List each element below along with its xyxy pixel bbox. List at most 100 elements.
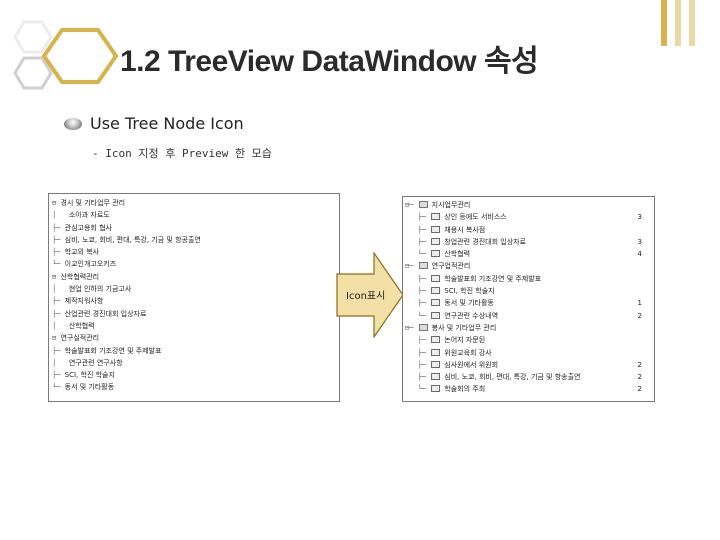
document-icon xyxy=(431,360,441,368)
tree-node[interactable]: ⊟─ 봉사 및 기타업무 관리 xyxy=(405,322,654,334)
document-icon xyxy=(431,311,441,319)
arrow-callout: Icon표시 xyxy=(336,251,404,339)
tree-node[interactable]: └─ 산학협력 4 xyxy=(405,248,654,260)
tree-node[interactable]: ├─ 심비, 노쿄, 회비, 편대, 특강, 기금 및 항송출연 2 xyxy=(405,371,654,383)
tree-node-label: 제작지워사항 xyxy=(64,297,104,306)
tree-guide-line: │ xyxy=(52,285,69,294)
tree-list: ⊟─ 지시업무관리 ├─ 상인 등에도 서비스스 3 ├─ 채용시 복사점 ├─ … xyxy=(403,197,654,396)
tree-node[interactable]: ├─ 심사원에서 위원회 2 xyxy=(405,359,654,371)
tree-node[interactable]: ├─ 관심고용회 협사 xyxy=(52,222,339,234)
tree-node-label: 산업관련 경진대회 입상자료 xyxy=(64,309,147,318)
tree-node[interactable]: ⊟ 연구실적관리 xyxy=(52,332,339,344)
gold-bar-decoration xyxy=(675,0,681,46)
tree-node-label: 심비, 노쿄, 회비, 편대, 특강, 기금 및 항공출연 xyxy=(64,235,201,244)
tree-guide-line: ├─ xyxy=(52,297,65,306)
tree-guide-line: ├─ xyxy=(52,235,65,244)
tree-node-label: 연구관련 수상내역 xyxy=(444,311,499,320)
document-icon xyxy=(431,213,441,221)
tree-node[interactable]: ├─ 채용시 복사점 xyxy=(405,224,654,236)
tree-node[interactable]: │ 현업 인하의 기금고사 xyxy=(52,283,339,295)
tree-node-label: 학교외 복사 xyxy=(64,248,100,257)
tree-guide-line: ├─ xyxy=(405,237,431,246)
tree-node-label: 연구업적관리 xyxy=(431,262,471,271)
tree-node[interactable]: ├─ 논어지 자문된 xyxy=(405,334,654,346)
tree-node-label: 산학협력관리 xyxy=(60,272,100,281)
tree-node[interactable]: ⊟─ 지시업무관리 xyxy=(405,199,654,211)
tree-node[interactable]: ├─ SCI, 학진 학술지 xyxy=(52,369,339,381)
tree-node-label: 학술회의 주최 xyxy=(444,385,486,394)
tree-node-label: 산학협력 xyxy=(68,321,95,330)
tree-node[interactable]: ├─ 학교외 복사 xyxy=(52,246,339,258)
tree-node-label: 봉사 및 기타업무 관리 xyxy=(431,323,497,332)
tree-guide-line: ├─ xyxy=(52,371,65,380)
tree-node[interactable]: ├─ 동서 및 기타활동 1 xyxy=(405,297,654,309)
tree-node[interactable]: └─ 학술회의 주최 2 xyxy=(405,383,654,395)
tree-node-label: 심비, 노쿄, 회비, 편대, 특강, 기금 및 항송출연 xyxy=(444,373,581,382)
tree-guide-line: ⊟─ xyxy=(405,323,418,332)
tree-node-label: 연구실적관리 xyxy=(60,334,100,343)
tree-node[interactable]: ├─ 학술발표회 기조강연 및 주제발표 xyxy=(405,273,654,285)
document-icon xyxy=(431,237,441,245)
tree-node-label: 창업관련 경진대회 입상자료 xyxy=(444,237,527,246)
tree-node[interactable]: └─ 동서 및 기타활동 xyxy=(52,381,339,393)
tree-node[interactable]: │ 연구관련 연구사항 xyxy=(52,357,339,369)
tree-node[interactable]: ├─ 학술발표회 기조강연 및 주제발표 xyxy=(52,345,339,357)
document-icon xyxy=(431,287,441,295)
tree-guide-line: ├─ xyxy=(52,346,65,355)
tree-node-label: SCI, 학진 학술지 xyxy=(64,371,115,380)
tree-node[interactable]: └─ 이교인개고오키즈 xyxy=(52,258,339,270)
document-icon xyxy=(431,225,441,233)
tree-guide-line: └─ xyxy=(52,260,65,269)
tree-node[interactable]: └─ 연구관련 수상내역 2 xyxy=(405,310,654,322)
tree-guide-line: │ xyxy=(52,358,69,367)
tree-node-label: 현업 인하의 기금고사 xyxy=(68,285,132,294)
tree-node-label: 위원교육회 강사 xyxy=(444,348,492,357)
tree-node[interactable]: ⊟ 경시 및 기타업무 관리 xyxy=(52,197,339,209)
tree-node[interactable]: ├─ 산업관련 경진대회 입상자료 xyxy=(52,308,339,320)
tree-guide-line: ⊟ xyxy=(52,199,61,207)
bullet-item: Use Tree Node Icon xyxy=(64,114,244,133)
tree-node-label: 산학협력 xyxy=(444,250,471,259)
tree-guide-line: ⊟ xyxy=(52,272,61,281)
tree-node-count: 2 xyxy=(637,385,642,394)
tree-node[interactable]: ├─ 위원교육회 강사 xyxy=(405,347,654,359)
treeview-with-icons: ⊟─ 지시업무관리 ├─ 상인 등에도 서비스스 3 ├─ 채용시 복사점 ├─ … xyxy=(402,196,655,402)
tree-guide-line: ⊟─ xyxy=(405,201,418,209)
tree-node-label: 논어지 자문된 xyxy=(444,336,486,345)
tree-guide-line: ⊟─ xyxy=(405,262,418,271)
tree-guide-line: ⊟ xyxy=(52,334,61,343)
tree-guide-line: │ xyxy=(52,211,69,220)
tree-guide-line: └─ xyxy=(405,311,431,320)
tree-node[interactable]: │ 소아과 자료도 xyxy=(52,209,339,221)
tree-node[interactable]: ├─ 심비, 노쿄, 회비, 편대, 특강, 기금 및 항공출연 xyxy=(52,234,339,246)
tree-guide-line: ├─ xyxy=(405,299,431,308)
tree-node-label: 학술발표회 기조강연 및 주제발표 xyxy=(64,346,162,355)
document-icon xyxy=(431,385,441,393)
tree-node[interactable]: ├─ SCI, 학진 학술지 xyxy=(405,285,654,297)
tree-node-count: 2 xyxy=(637,360,642,369)
treeview-without-icons: ⊟ 경시 및 기타업무 관리 │ 소아과 자료도 ├─ 관심고용회 협사 ├─ 심비,… xyxy=(48,193,340,402)
tree-guide-line: ├─ xyxy=(405,348,431,357)
tree-guide-line: ├─ xyxy=(405,274,431,283)
tree-guide-line: ├─ xyxy=(52,248,65,257)
tree-guide-line: ├─ xyxy=(405,360,431,369)
tree-guide-line: ├─ xyxy=(405,225,431,234)
tree-guide-line: ├─ xyxy=(405,336,431,345)
tree-node-count: 4 xyxy=(637,250,642,259)
gold-bar-decoration xyxy=(689,0,695,46)
arrow-label: Icon표시 xyxy=(346,291,386,302)
tree-node[interactable]: │ 산학협력 xyxy=(52,320,339,332)
tree-node[interactable]: ├─ 창업관련 경진대회 입상자료 3 xyxy=(405,236,654,248)
tree-node[interactable]: ⊟ 산학협력관리 xyxy=(52,271,339,283)
tree-node-count: 3 xyxy=(637,237,642,246)
folder-icon xyxy=(418,323,428,331)
tree-node[interactable]: ├─ 상인 등에도 서비스스 3 xyxy=(405,211,654,223)
tree-guide-line: └─ xyxy=(405,385,431,394)
tree-node-label: 동서 및 기타활동 xyxy=(64,383,115,392)
tree-guide-line: │ xyxy=(52,321,69,330)
tree-guide-line: ├─ xyxy=(405,287,431,296)
tree-node[interactable]: ├─ 제작지워사항 xyxy=(52,295,339,307)
tree-guide-line: └─ xyxy=(52,383,65,392)
tree-guide-line: ├─ xyxy=(405,373,431,382)
tree-node[interactable]: ⊟─ 연구업적관리 xyxy=(405,260,654,272)
